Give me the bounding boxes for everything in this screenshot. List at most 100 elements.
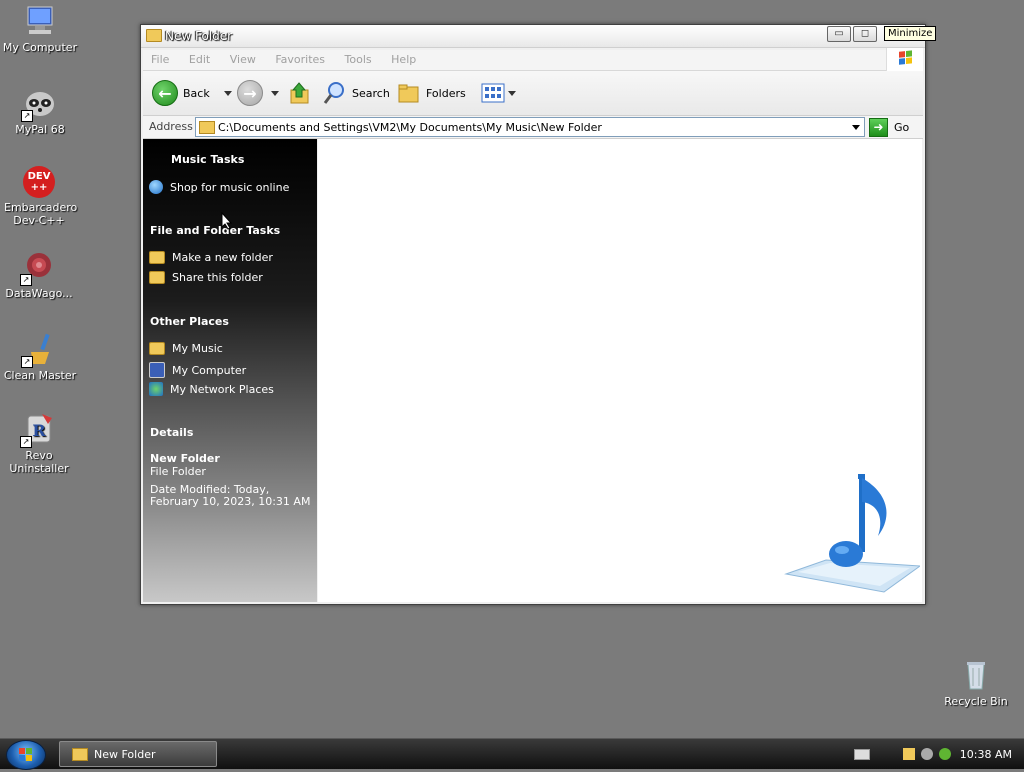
desktop-icon-label: Embarcadero Dev-C++ <box>4 201 78 227</box>
search-button[interactable]: Search <box>323 79 390 107</box>
tray-network-icon[interactable] <box>938 748 951 760</box>
window-titlebar[interactable]: New Folder ▭ ◻ <box>141 25 925 48</box>
minimize-tooltip: Minimize <box>884 26 937 41</box>
devcpp-icon: DEV ++ <box>23 166 55 198</box>
folder-up-icon <box>290 82 309 104</box>
task-pane: Music Tasks Shop for music online File a… <box>143 139 317 602</box>
back-button[interactable]: ← Back <box>152 79 232 107</box>
windows-start-icon <box>19 748 32 761</box>
my-computer-link[interactable]: My Computer <box>149 362 246 378</box>
shortcut-arrow-icon: ↗ <box>20 436 32 448</box>
address-bar: Address C:\Documents and Settings\VM2\My… <box>143 116 923 139</box>
datawagon-icon: ↗ <box>20 250 56 286</box>
make-new-folder-label: Make a new folder <box>172 251 273 264</box>
go-button[interactable]: ➜ Go <box>869 117 919 137</box>
desktop-icon-label: Clean Master <box>3 369 77 382</box>
go-arrow-icon: ➜ <box>869 117 888 137</box>
toolbar: ← Back → Search Folders <box>143 71 923 116</box>
views-button[interactable] <box>481 79 516 107</box>
recycle-bin-icon <box>959 658 993 692</box>
up-folder-button[interactable] <box>289 79 311 107</box>
music-tasks-heading[interactable]: Music Tasks <box>171 153 244 166</box>
maximize-button[interactable]: ◻ <box>853 26 877 42</box>
desktop-icon-clean-master[interactable]: ↗ Clean Master <box>0 332 80 382</box>
share-folder-label: Share this folder <box>172 271 263 284</box>
address-dropdown-icon[interactable] <box>852 125 860 130</box>
menu-help[interactable]: Help <box>383 50 424 66</box>
monitor-icon <box>23 4 57 38</box>
desktop-icon-recycle-bin[interactable]: Recycle Bin <box>936 658 1016 708</box>
maximize-icon: ◻ <box>860 28 870 39</box>
back-dropdown-icon[interactable] <box>223 90 232 96</box>
desktop-icon-label: MyPal 68 <box>15 123 65 136</box>
music-folder-icon <box>149 342 165 355</box>
desktop-icon-label: Recycle Bin <box>944 695 1008 708</box>
shortcut-arrow-icon: ↗ <box>21 356 33 368</box>
music-note-watermark-icon <box>784 474 920 593</box>
folder-icon <box>72 747 88 761</box>
menu-favorites[interactable]: Favorites <box>267 50 333 66</box>
folder-icon <box>146 29 162 42</box>
forward-button[interactable]: → <box>237 79 279 107</box>
forward-arrow-icon: → <box>237 80 263 106</box>
details-modified-2: February 10, 2023, 10:31 AM <box>150 495 311 508</box>
minimize-button[interactable]: ▭ <box>827 26 851 42</box>
address-path: C:\Documents and Settings\VM2\My Documen… <box>218 121 602 134</box>
taskbar-item-new-folder[interactable]: New Folder <box>59 741 217 767</box>
desktop-icon-label: My Computer <box>2 41 78 54</box>
my-network-places-link[interactable]: My Network Places <box>149 382 274 396</box>
shop-music-link[interactable]: Shop for music online <box>149 180 289 194</box>
my-music-link[interactable]: My Music <box>149 342 223 355</box>
desktop-icon-label: Revo Uninstaller <box>9 449 69 475</box>
other-places-heading[interactable]: Other Places <box>150 315 229 328</box>
my-music-label: My Music <box>172 342 223 355</box>
menu-tools[interactable]: Tools <box>337 50 380 66</box>
svg-text:R: R <box>32 421 46 440</box>
desktop-icon-revo[interactable]: R ↗ Revo Uninstaller <box>0 412 79 475</box>
folder-content-area[interactable] <box>318 139 922 602</box>
file-folder-tasks-heading[interactable]: File and Folder Tasks <box>150 224 280 237</box>
devcpp-badge-text: DEV <box>27 171 51 182</box>
my-network-places-label: My Network Places <box>170 382 274 396</box>
broom-icon: ↗ <box>21 332 57 368</box>
tray-satellite-icon[interactable] <box>920 748 933 760</box>
keyboard-icon[interactable] <box>853 748 870 760</box>
desktop-icon-datawagon[interactable]: ↗ DataWago... <box>0 250 79 300</box>
back-label: Back <box>183 86 210 100</box>
desktop-icon-devcpp[interactable]: DEV ++ Embarcadero Dev-C++ <box>0 166 79 227</box>
revo-icon: R ↗ <box>20 412 56 448</box>
clock[interactable]: 10:38 AM <box>960 748 1012 761</box>
windows-logo-icon <box>886 48 923 72</box>
menu-bar: File Edit View Favorites Tools Help <box>143 48 923 72</box>
details-heading[interactable]: Details <box>150 426 193 439</box>
desktop-icon-my-computer[interactable]: My Computer <box>0 4 80 54</box>
mouse-cursor-icon <box>221 212 233 230</box>
taskbar: New Folder 10:38 AM <box>0 738 1024 770</box>
shortcut-arrow-icon: ↗ <box>21 110 33 122</box>
menu-view[interactable]: View <box>222 50 264 66</box>
explorer-window: New Folder ▭ ◻ File Edit View Favorites … <box>140 24 926 605</box>
folders-label: Folders <box>426 86 466 100</box>
folders-icon <box>398 84 419 103</box>
my-computer-label: My Computer <box>172 363 247 377</box>
shortcut-arrow-icon: ↗ <box>20 274 32 286</box>
desktop-icon-mypal[interactable]: ↗ MyPal 68 <box>0 86 80 136</box>
folder-icon <box>199 121 215 134</box>
back-arrow-icon: ← <box>152 80 178 106</box>
address-input[interactable]: C:\Documents and Settings\VM2\My Documen… <box>195 117 865 137</box>
devcpp-badge-plus: ++ <box>30 182 48 193</box>
start-button[interactable] <box>6 740 46 770</box>
minimize-icon: ▭ <box>834 28 844 39</box>
forward-dropdown-icon[interactable] <box>271 90 279 96</box>
share-folder-link[interactable]: Share this folder <box>149 271 263 284</box>
menu-file[interactable]: File <box>143 50 177 66</box>
share-folder-icon <box>149 271 165 284</box>
tray-folder-icon[interactable] <box>902 748 915 760</box>
details-name: New Folder <box>150 452 220 465</box>
menu-edit[interactable]: Edit <box>181 50 218 66</box>
details-type: File Folder <box>150 465 206 478</box>
folders-button[interactable]: Folders <box>397 79 466 107</box>
new-folder-icon <box>149 251 165 264</box>
make-new-folder-link[interactable]: Make a new folder <box>149 251 273 264</box>
views-dropdown-icon <box>508 90 516 96</box>
